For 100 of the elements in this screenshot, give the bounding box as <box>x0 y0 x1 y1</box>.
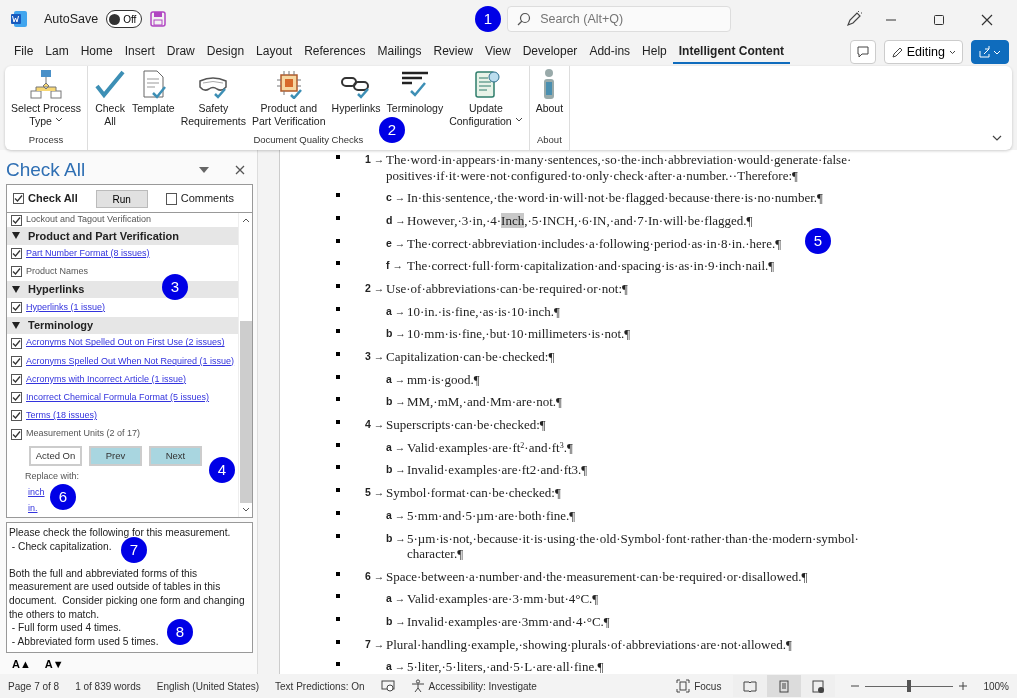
check-link[interactable]: Terms (18 issues) <box>26 409 97 423</box>
callout-marker: 1 <box>475 6 501 32</box>
action-button[interactable]: Prev <box>89 446 142 467</box>
status-text: English (United States) <box>156 679 260 694</box>
font-size-button[interactable]: A▲ <box>8 656 35 673</box>
run-button[interactable]: Run <box>95 189 148 208</box>
checkbox[interactable] <box>11 337 22 349</box>
checkbox[interactable] <box>13 193 24 204</box>
focus-button[interactable]: Focus <box>676 678 722 694</box>
ribbon-tab[interactable]: Review <box>427 40 479 64</box>
scroll-down-icon[interactable] <box>241 507 250 513</box>
macro-icon[interactable] <box>380 680 395 692</box>
paragraph-text: Superscripts·can·be·checked:¶ <box>386 417 546 433</box>
share-button[interactable] <box>971 40 1009 64</box>
ribbon-tab[interactable]: Layout <box>250 40 299 64</box>
ribbon-tab[interactable]: Add-ins <box>583 40 637 64</box>
editing-dropdown[interactable]: Editing <box>883 40 963 64</box>
paragraph-text: The·correct·full·form·capitalization·and·spacing·is·as·in·9·inch·nail.¶ <box>407 258 775 274</box>
replacement-link[interactable]: inch <box>7 484 45 502</box>
replacement-link[interactable]: in. <box>7 501 38 517</box>
expand-icon[interactable] <box>12 286 20 294</box>
comments-button[interactable] <box>849 40 876 64</box>
section-header: Hyperlinks <box>28 282 85 298</box>
list-number: 5 → <box>365 485 386 501</box>
zoom-level[interactable]: 100% <box>983 678 1009 694</box>
check-link[interactable]: Acronyms Not Spelled Out on First Use (2 issues) <box>26 336 225 350</box>
ribbon-button[interactable]: About <box>533 69 566 115</box>
formatting-mark <box>336 155 340 159</box>
expand-icon[interactable] <box>12 321 20 329</box>
ribbon-tab[interactable]: Design <box>200 40 251 64</box>
scrollbar-thumb[interactable] <box>239 321 252 503</box>
paragraph-text: 10·in.·is·fine,·as·is·10·inch.¶ <box>407 303 560 320</box>
ribbon-button[interactable]: Product and Part Verification <box>250 69 328 127</box>
paragraph-text: 5·liter,·5·liters,·and·5·L·are·all·fine.¶ <box>407 659 604 674</box>
maximize-icon[interactable] <box>933 13 945 26</box>
ribbon-tab[interactable]: Draw <box>160 40 201 64</box>
ribbon-button[interactable]: Safety Requirements <box>178 69 248 127</box>
ribbon-button[interactable]: Hyperlinks <box>329 69 383 115</box>
close-icon[interactable] <box>981 13 993 26</box>
ribbon-button[interactable]: Template <box>130 69 177 115</box>
scroll-up-icon[interactable] <box>241 217 250 223</box>
check-link[interactable]: Hyperlinks (1 issue) <box>26 300 106 315</box>
paragraph-text: MM,·mM,·and·Mm·are·not.¶ <box>407 394 562 410</box>
view-button[interactable] <box>801 675 836 697</box>
autosave-toggle[interactable]: Off <box>106 10 143 28</box>
app-icon <box>10 10 28 28</box>
ribbon-button[interactable]: Terminology <box>384 69 446 115</box>
check-link[interactable]: Incorrect Chemical Formula Format (5 issues) <box>26 390 210 405</box>
comment-icon <box>856 46 869 58</box>
checkbox[interactable] <box>11 248 22 260</box>
paragraph-text: 5·µm·is·not,·because·it·is·using·the·old·Symbol·font·rather·than·the·modern·symbol· character.¶ <box>407 530 859 562</box>
close-icon[interactable] <box>235 165 245 175</box>
checkbox[interactable] <box>165 192 177 205</box>
ribbon-tab[interactable]: References <box>298 40 372 64</box>
check-link[interactable]: Acronyms with Incorrect Article (1 issue) <box>26 372 187 387</box>
ribbon-tab[interactable]: View <box>478 40 517 64</box>
zoom-in-icon[interactable] <box>959 682 968 690</box>
ribbon-tab[interactable]: Lam <box>39 40 75 64</box>
paragraph-text: 10·mm·is·fine,·but·10·millimeters·is·not.¶ <box>407 326 631 342</box>
pen-icon[interactable] <box>845 10 863 28</box>
dropdown-icon[interactable] <box>199 167 209 173</box>
paragraph-text: Use·of·abbreviations·can·be·required·or·not:¶ <box>386 280 628 297</box>
ribbon-tab[interactable]: Home <box>74 40 119 64</box>
action-button[interactable]: Acted On <box>29 446 82 467</box>
ribbon-tab[interactable]: Insert <box>118 40 161 64</box>
formatting-mark <box>336 510 340 515</box>
formatting-mark <box>336 397 340 402</box>
ribbon-button[interactable]: Select Process Type <box>9 69 84 127</box>
checkbox[interactable] <box>11 428 22 440</box>
checkbox[interactable] <box>11 301 22 313</box>
search-field[interactable]: Search (Alt+Q) <box>507 6 732 32</box>
checkbox-label: Check All <box>28 191 78 207</box>
checkbox[interactable] <box>11 355 22 367</box>
ribbon-tab[interactable]: Developer <box>516 40 584 64</box>
zoom-slider-thumb[interactable] <box>907 679 912 692</box>
action-button[interactable]: Next <box>149 446 202 467</box>
ribbon-tab[interactable]: Mailings <box>371 40 428 64</box>
check-link[interactable]: Part Number Format (8 issues) <box>26 246 150 261</box>
collapse-icon[interactable] <box>992 135 1002 142</box>
font-size-button[interactable]: A▼ <box>40 656 68 673</box>
formatting-mark <box>336 465 340 470</box>
ribbon-tab[interactable]: File <box>8 40 40 64</box>
checkbox[interactable] <box>11 266 22 278</box>
share-icon <box>978 46 1002 58</box>
save-icon[interactable] <box>150 11 167 27</box>
check-link[interactable]: Acronyms Spelled Out When Not Required (1 issue) <box>26 354 235 369</box>
list-number: 4 → <box>365 417 386 433</box>
expand-icon[interactable] <box>12 232 20 240</box>
checkbox[interactable] <box>11 214 22 226</box>
checkbox[interactable] <box>11 410 22 422</box>
ribbon-button[interactable]: Update Configuration <box>447 69 525 127</box>
paragraph-text: mm·is·good.¶ <box>407 371 480 388</box>
paragraph-text: Valid·examples·are·ft$^{2}$·and·ft$^{3}$.¶ <box>407 439 573 456</box>
accessibility-button[interactable]: Accessibility: Investigate <box>410 678 537 694</box>
checkbox[interactable] <box>11 374 22 386</box>
ribbon-tab[interactable]: Intelligent Content <box>672 40 791 64</box>
ribbon-button[interactable]: Check All <box>92 69 129 127</box>
ribbon-tab[interactable]: Help <box>636 40 673 64</box>
formatting-mark <box>336 261 340 266</box>
checkbox[interactable] <box>11 392 22 404</box>
